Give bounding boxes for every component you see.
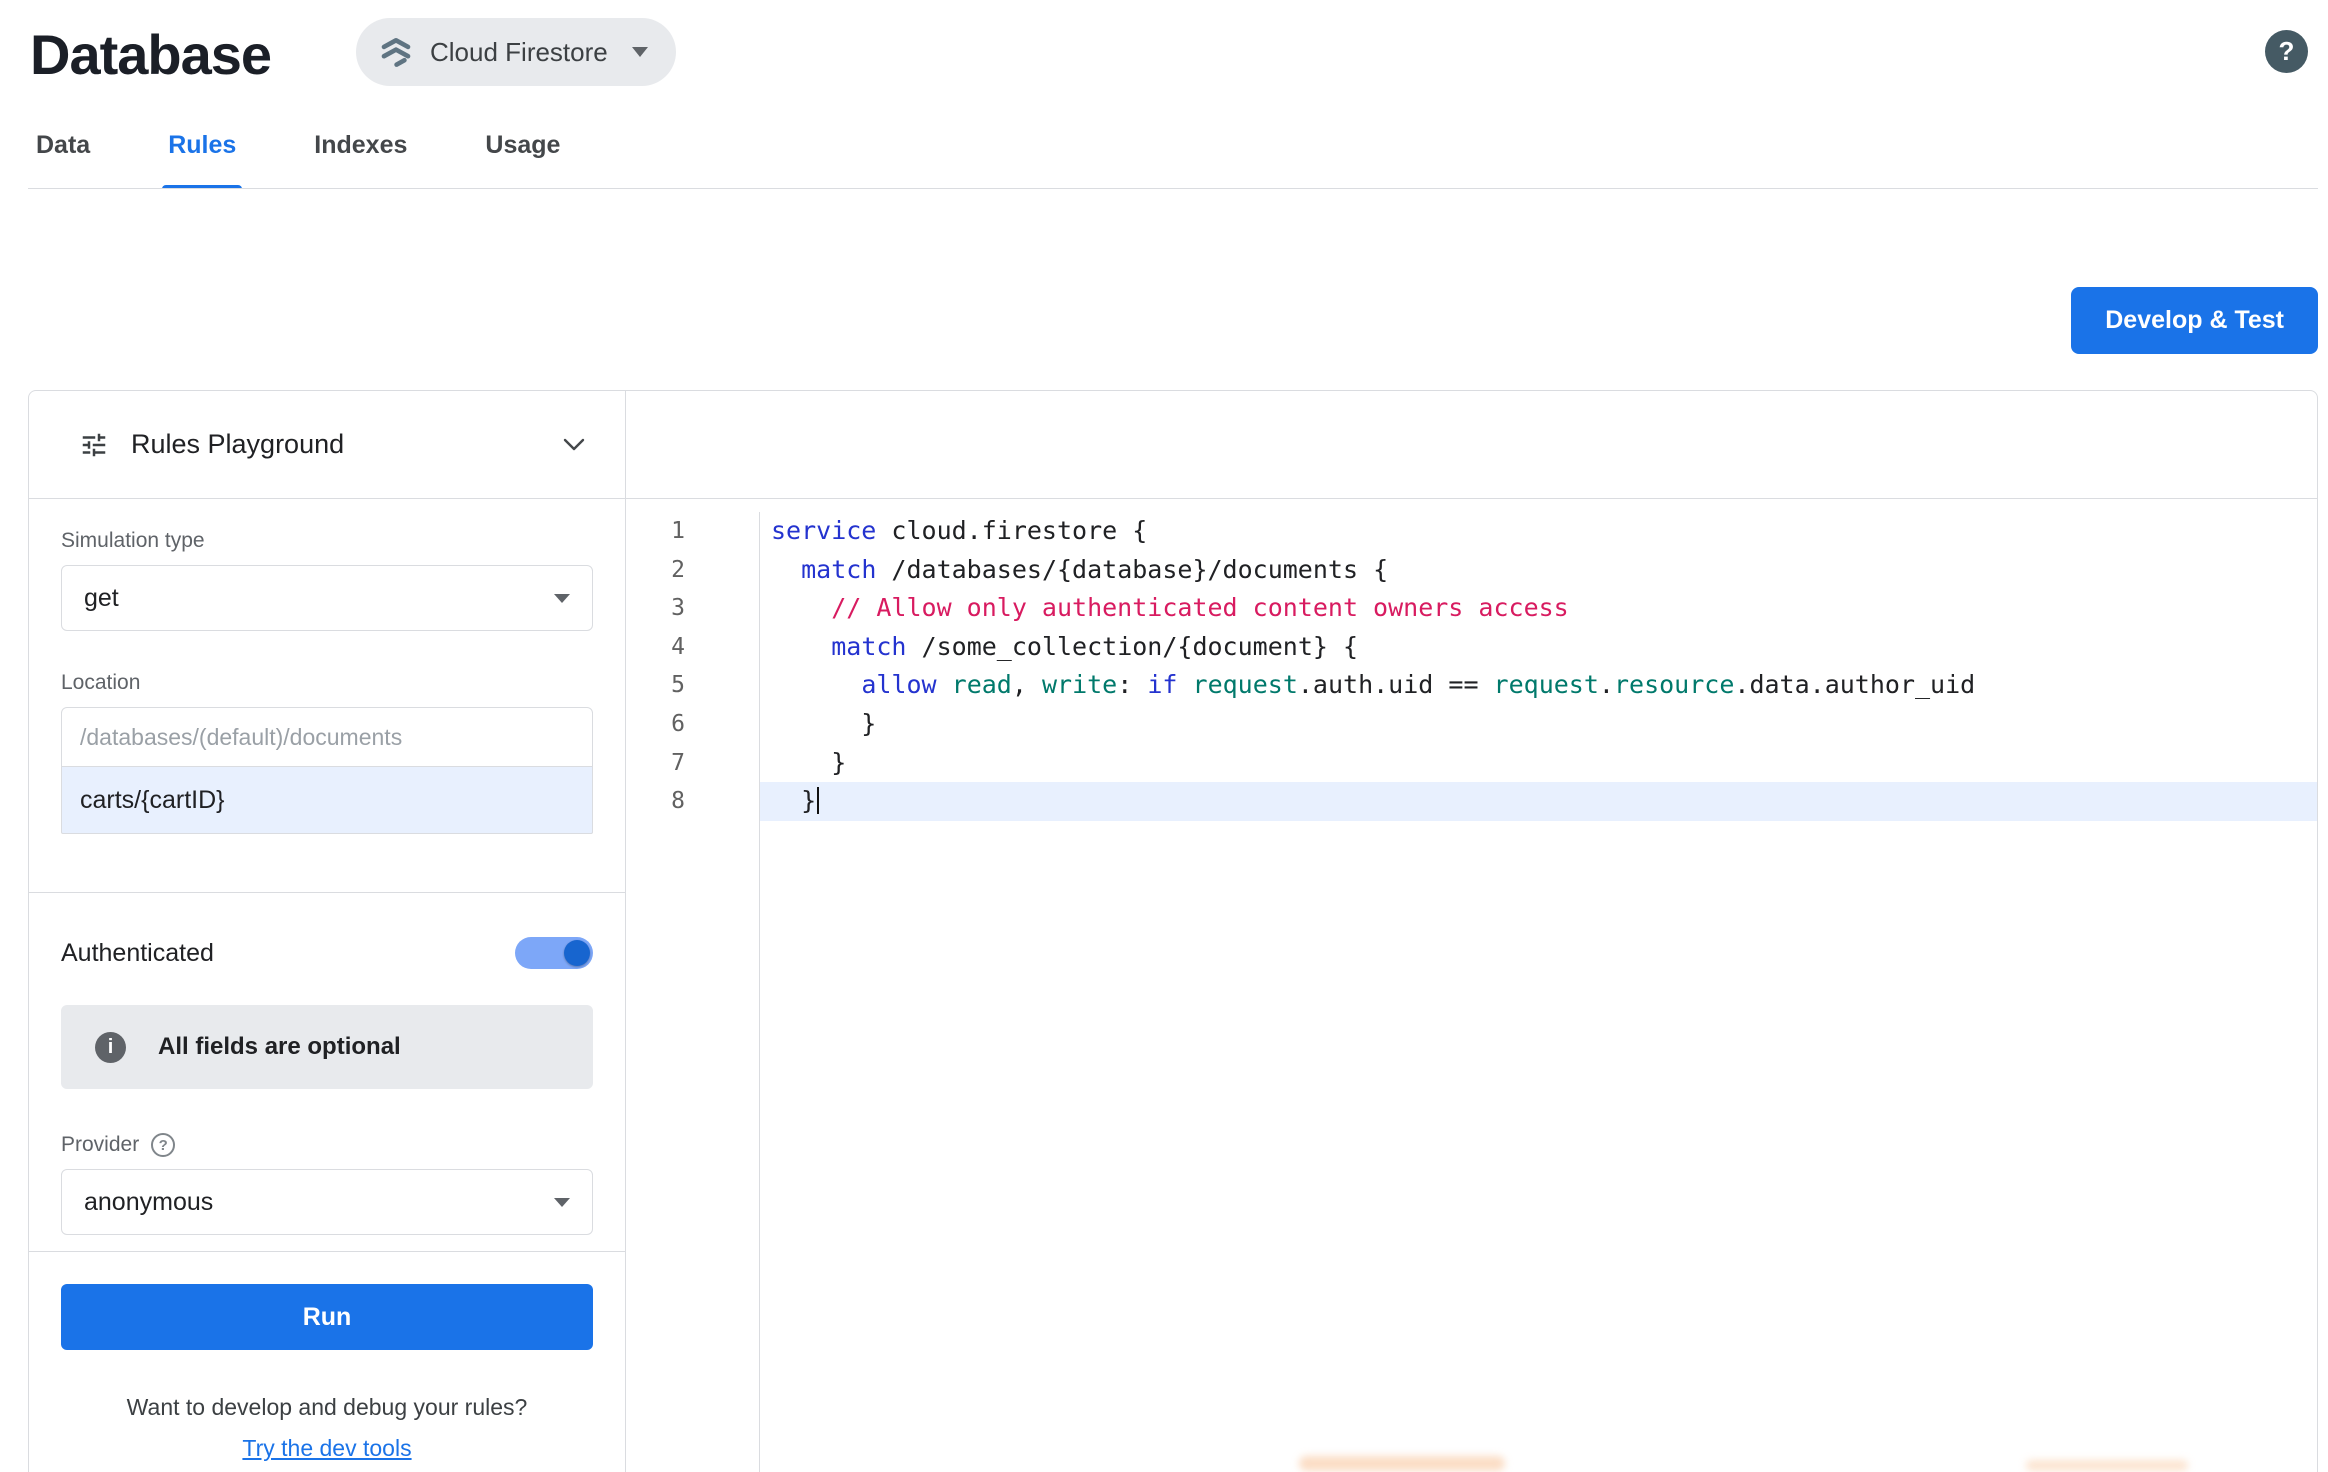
dev-tools-link[interactable]: Try the dev tools — [242, 1435, 411, 1462]
help-icon: ? — [2279, 36, 2295, 67]
code-line[interactable]: } — [760, 744, 2317, 783]
line-number: 1 — [626, 512, 685, 551]
provider-help-icon[interactable]: ? — [151, 1133, 175, 1157]
simulation-type-value: get — [84, 584, 119, 613]
rules-playground-panel: Rules Playground Simulation type get Loc… — [29, 391, 626, 1472]
dev-tools-question: Want to develop and debug your rules? — [61, 1394, 593, 1421]
code-line[interactable]: service cloud.firestore { — [760, 512, 2317, 551]
tab-label: Data — [36, 131, 90, 159]
info-icon: i — [95, 1032, 126, 1063]
location-input[interactable]: carts/{cartID} — [61, 766, 593, 834]
artifact-smudge — [2026, 1460, 2188, 1471]
playground-title: Rules Playground — [131, 429, 344, 460]
tab-data[interactable]: Data — [30, 127, 96, 189]
authenticated-label: Authenticated — [61, 939, 214, 968]
editor-toolbar — [626, 391, 2317, 499]
develop-test-button[interactable]: Develop & Test — [2071, 287, 2318, 354]
tune-icon — [79, 430, 109, 460]
tab-label: Usage — [485, 131, 560, 159]
tab-label: Rules — [168, 131, 236, 159]
code-line[interactable]: match /databases/{database}/documents { — [760, 551, 2317, 590]
simulation-type-label: Simulation type — [61, 529, 593, 553]
info-banner: i All fields are optional — [61, 1005, 593, 1089]
text-cursor — [817, 787, 819, 814]
code-line[interactable]: // Allow only authenticated content owne… — [760, 589, 2317, 628]
provider-label: Provider — [61, 1133, 139, 1157]
chevron-down-icon — [632, 47, 648, 57]
info-text: All fields are optional — [158, 1033, 401, 1061]
line-number: 4 — [626, 628, 685, 667]
dropdown-arrow-icon — [554, 594, 570, 603]
location-label: Location — [61, 671, 593, 695]
auth-section: Authenticated i All fields are optional … — [29, 893, 625, 1251]
collapse-chevron-icon[interactable] — [563, 438, 585, 451]
firestore-icon — [378, 34, 414, 70]
provider-select[interactable]: anonymous — [61, 1169, 593, 1235]
line-number: 8 — [626, 782, 685, 821]
database-selector[interactable]: Cloud Firestore — [356, 18, 676, 86]
line-number-gutter: 12345678 — [626, 512, 760, 1472]
line-number: 7 — [626, 744, 685, 783]
playground-header[interactable]: Rules Playground — [29, 391, 625, 499]
tab-rules[interactable]: Rules — [162, 127, 242, 189]
artifact-smudge — [1299, 1456, 1505, 1471]
tab-divider — [28, 188, 2318, 189]
page-title: Database — [30, 22, 271, 87]
dropdown-arrow-icon — [554, 1198, 570, 1207]
run-section: Run Want to develop and debug your rules… — [29, 1252, 625, 1462]
simulation-type-select[interactable]: get — [61, 565, 593, 631]
code-line[interactable]: allow read, write: if request.auth.uid =… — [760, 666, 2317, 705]
code-area[interactable]: service cloud.firestore { match /databas… — [760, 512, 2317, 1472]
code-line[interactable]: } — [760, 782, 2317, 821]
database-selector-label: Cloud Firestore — [430, 37, 608, 68]
authenticated-toggle[interactable] — [515, 935, 593, 971]
line-number: 5 — [626, 666, 685, 705]
tab-indexes[interactable]: Indexes — [308, 127, 413, 189]
provider-value: anonymous — [84, 1188, 213, 1217]
run-button[interactable]: Run — [61, 1284, 593, 1350]
code-line[interactable]: } — [760, 705, 2317, 744]
code-line[interactable]: match /some_collection/{document} { — [760, 628, 2317, 667]
tab-usage[interactable]: Usage — [479, 127, 566, 189]
tab-label: Indexes — [314, 131, 407, 159]
tab-bar: Data Rules Indexes Usage — [30, 127, 566, 189]
help-button[interactable]: ? — [2265, 30, 2308, 73]
location-base-path: /databases/(default)/documents — [61, 707, 593, 767]
line-number: 6 — [626, 705, 685, 744]
rules-card: Rules Playground Simulation type get Loc… — [28, 390, 2318, 1472]
simulation-section: Simulation type get Location /databases/… — [29, 499, 625, 892]
location-value: carts/{cartID} — [80, 786, 225, 815]
rules-editor: 12345678 service cloud.firestore { match… — [626, 391, 2317, 1472]
toggle-knob — [564, 940, 590, 966]
line-number: 3 — [626, 589, 685, 628]
line-number: 2 — [626, 551, 685, 590]
firestore-rules-page: Database Cloud Firestore ? Data Rules Inde… — [0, 0, 2328, 1472]
